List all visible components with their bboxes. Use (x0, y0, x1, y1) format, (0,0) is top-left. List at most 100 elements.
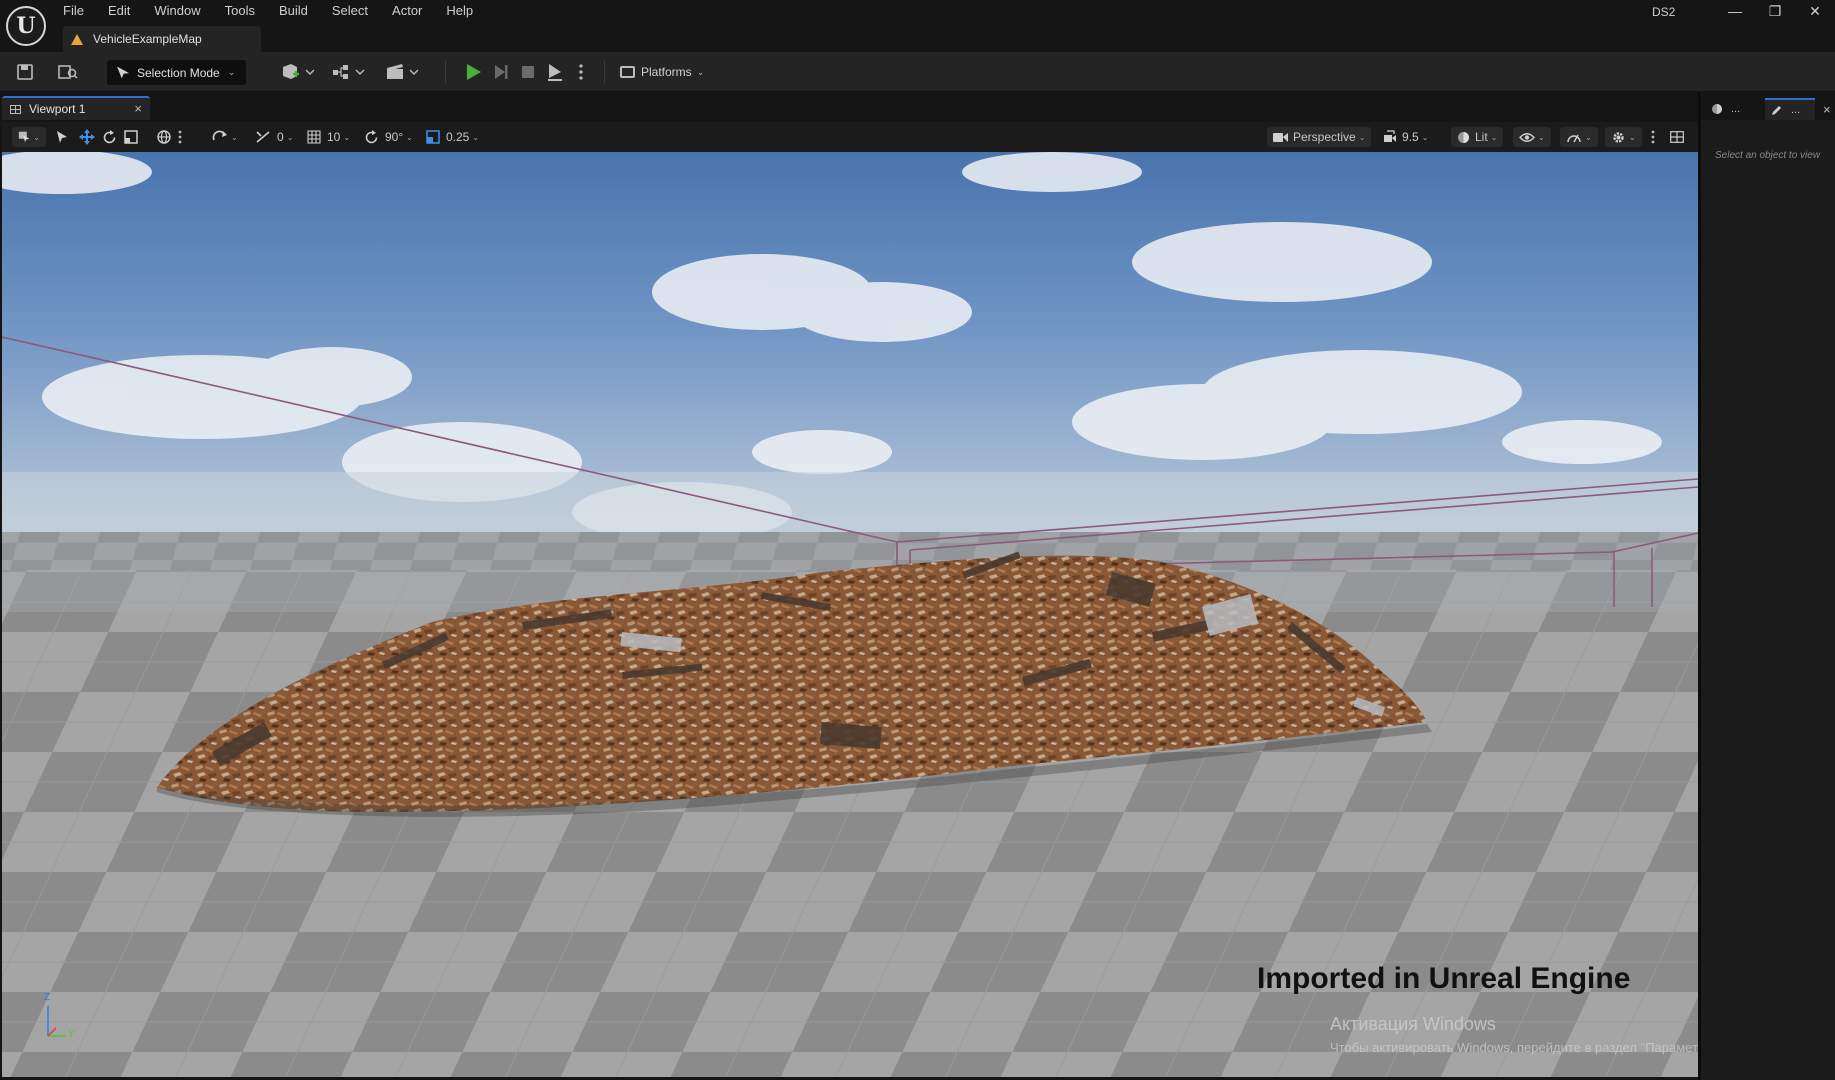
translate-snap-value: 0 (277, 130, 284, 144)
scale-tool-icon[interactable] (124, 127, 138, 147)
performance-dropdown[interactable]: ⌄ (1560, 127, 1598, 147)
eject-button[interactable] (545, 62, 565, 82)
translate-tool-icon[interactable] (79, 127, 95, 147)
translate-snap-button[interactable]: 0 ⌄ (255, 127, 293, 147)
chevron-down-icon: ⌄ (1490, 132, 1498, 142)
settings-dropdown[interactable]: ⌄ (1605, 127, 1642, 147)
grid-snap-value: 10 (327, 130, 341, 144)
tab-viewport-1[interactable]: Viewport 1 × (2, 96, 150, 120)
platforms-dropdown[interactable]: Platforms ⌄ (620, 61, 704, 83)
windows-activation-title: Активация Windows (1330, 1014, 1496, 1034)
main-toolbar: Selection Mode ⌄ Platforms ⌄ (0, 52, 1835, 92)
cinematics-icon[interactable] (385, 61, 423, 83)
view-mode-label: Perspective (1293, 130, 1356, 144)
title-bar: U File Edit Window Tools Build Select Ac… (0, 0, 1835, 52)
axis-z-label: Z (44, 992, 51, 1003)
camera-speed-value: 9.5 (1402, 130, 1419, 144)
unreal-logo-icon[interactable]: U (6, 6, 46, 46)
minimize-button[interactable]: — (1715, 0, 1755, 22)
document-tab-label: VehicleExampleMap (93, 32, 202, 46)
chevron-down-icon: ⌄ (343, 132, 351, 142)
overlay-caption: Imported in Unreal Engine (1257, 962, 1631, 995)
camera-speed-button[interactable]: 9.5 ⌄ (1383, 127, 1428, 147)
scale-snap-value: 0.25 (446, 130, 470, 144)
chevron-down-icon: ⌄ (1538, 132, 1545, 142)
toolbar-separator (604, 60, 605, 84)
windows-activation-subtitle: Чтобы активировать Windows, перейдите в … (1330, 1040, 1698, 1055)
menu-help[interactable]: Help (446, 3, 483, 21)
tab-world-settings-label: ... (1731, 103, 1741, 115)
selection-arrow-icon (117, 66, 129, 79)
chevron-down-icon: ⌄ (1421, 132, 1429, 142)
platforms-icon (620, 66, 635, 78)
menu-file[interactable]: File (63, 3, 94, 21)
details-empty-message: Select an object to view (1715, 150, 1821, 161)
play-options-icon[interactable] (576, 61, 586, 83)
layout-grid-icon[interactable] (1670, 127, 1684, 147)
restore-button[interactable]: ❐ (1755, 0, 1795, 22)
toolbar-separator (445, 60, 446, 84)
menu-build[interactable]: Build (279, 3, 318, 21)
perspective-dropdown[interactable]: Perspective ⌄ (1267, 127, 1372, 147)
rotation-snap-value: 90° (385, 130, 404, 144)
menu-window[interactable]: Window (154, 3, 210, 21)
selection-mode-dropdown[interactable]: Selection Mode ⌄ (107, 60, 246, 85)
menu-edit[interactable]: Edit (108, 3, 140, 21)
browse-content-icon[interactable] (56, 61, 80, 83)
pencil-icon (1772, 106, 1781, 115)
grid-snap-button[interactable]: 10 ⌄ (307, 127, 350, 147)
chevron-down-icon: ⌄ (696, 66, 705, 77)
axis-y-label: Y (68, 1029, 75, 1040)
tab-world-settings[interactable]: ... (1705, 98, 1759, 120)
rotation-snap-button[interactable]: 90° ⌄ (364, 127, 413, 147)
viewport-tab-row: Viewport 1 × (0, 92, 1698, 120)
selection-mode-label: Selection Mode (137, 65, 220, 80)
lighting-mode-label: Lit (1475, 130, 1488, 144)
level-viewport[interactable]: Imported in Unreal Engine Активация Wind… (2, 152, 1698, 1077)
scene-render (2, 152, 1698, 1077)
rotate-tool-icon[interactable] (102, 127, 117, 147)
logo-letter: U (16, 13, 36, 39)
show-flags-dropdown[interactable]: ⌄ (1513, 127, 1551, 147)
advance-frame-button[interactable] (491, 62, 511, 82)
close-details-icon[interactable]: × (1817, 98, 1833, 120)
surface-snap-button[interactable]: ⌄ (212, 127, 238, 147)
stop-button[interactable] (518, 62, 538, 82)
document-tab-level[interactable]: VehicleExampleMap (63, 26, 261, 52)
viewport-toolbar: ⌄ ⌄ 0 ⌄ 10 ⌄ 90° ⌄ 0.25 ⌄ Perspective ⌄ … (2, 122, 1698, 152)
chevron-down-icon: ⌄ (1585, 132, 1592, 142)
select-tool-icon[interactable] (56, 127, 68, 147)
world-space-icon[interactable] (157, 127, 171, 147)
level-icon (71, 33, 83, 45)
chevron-down-icon: ⌄ (406, 132, 413, 142)
tab-details[interactable]: ... (1765, 98, 1815, 120)
chevron-down-icon: ⌄ (1358, 132, 1366, 142)
details-panel-tabs: ... ... × (1701, 96, 1835, 120)
chevron-down-icon: ⌄ (1629, 132, 1636, 142)
menu-actor[interactable]: Actor (392, 3, 432, 21)
chevron-down-icon: ⌄ (472, 132, 480, 142)
close-tab-icon[interactable]: × (134, 101, 142, 116)
lighting-mode-dropdown[interactable]: Lit ⌄ (1451, 127, 1504, 147)
close-window-button[interactable]: ✕ (1795, 0, 1835, 22)
viewport-more-icon[interactable] (1651, 127, 1655, 147)
more-options-icon[interactable] (178, 127, 182, 147)
axis-gizmo: Z Y (36, 992, 96, 1052)
scale-snap-button[interactable]: 0.25 ⌄ (426, 127, 479, 147)
chevron-down-icon: ⌄ (231, 132, 238, 142)
save-icon[interactable] (14, 61, 36, 83)
details-panel: ... ... × Select an object to view (1700, 96, 1835, 1080)
blueprint-icon[interactable] (331, 61, 369, 83)
project-name: DS2 (1652, 5, 1676, 19)
globe-icon (1712, 104, 1722, 114)
add-actor-icon[interactable] (279, 61, 317, 83)
play-button[interactable] (464, 62, 484, 82)
viewport-grid-icon (10, 104, 21, 114)
menu-bar: File Edit Window Tools Build Select Acto… (63, 3, 497, 21)
viewport-options-button[interactable]: ⌄ (12, 127, 46, 147)
viewport-tab-label: Viewport 1 (29, 102, 86, 116)
chevron-down-icon: ⌄ (286, 132, 294, 142)
menu-select[interactable]: Select (332, 3, 378, 21)
menu-tools[interactable]: Tools (225, 3, 265, 21)
platforms-label: Platforms (641, 65, 692, 79)
